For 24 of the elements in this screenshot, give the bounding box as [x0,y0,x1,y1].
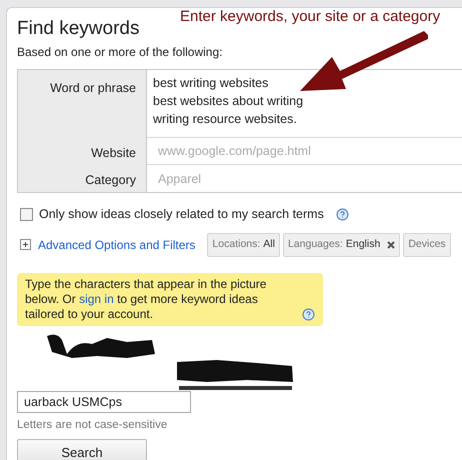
close-icon[interactable] [387,240,396,249]
filter-chip[interactable]: Locations: All [207,232,280,257]
search-button[interactable]: Search [17,439,147,460]
checkbox[interactable] [20,208,33,221]
expand-icon[interactable] [20,239,31,250]
field-label: Website [17,138,147,165]
text-field[interactable]: Apparel [147,165,462,192]
subtitle: Based on one or more of the following: [17,44,222,61]
sign-in-link[interactable]: sign in [79,292,114,306]
filter-chip[interactable]: Languages: English [282,232,400,257]
annotation-text: Enter keywords, your site or a category [180,7,440,27]
keyword-field[interactable]: best writing websites best websites about writing writing resource websites. [147,70,462,138]
help-icon[interactable] [336,208,349,221]
notice-text: Type the characters that appear in the picture below. Or sign in to get more keyword ideas tailored to your account. [25,276,268,322]
field-label: Category [17,165,147,192]
field-label: Word or phrase [17,70,147,138]
filter-chip[interactable]: Devices [403,232,451,257]
text-field[interactable]: www.google.com/page.html [147,138,462,165]
captcha-field[interactable]: uarback USMCps [17,390,191,413]
help-icon[interactable] [302,308,315,321]
hint-text: Letters are not case-sensitive [17,418,168,433]
advanced-options-link[interactable]: Advanced Options and Filters [38,236,196,254]
checkbox-label[interactable]: Only show ideas closely related to my search terms [39,205,324,224]
page-title: Find keywords [17,17,140,41]
